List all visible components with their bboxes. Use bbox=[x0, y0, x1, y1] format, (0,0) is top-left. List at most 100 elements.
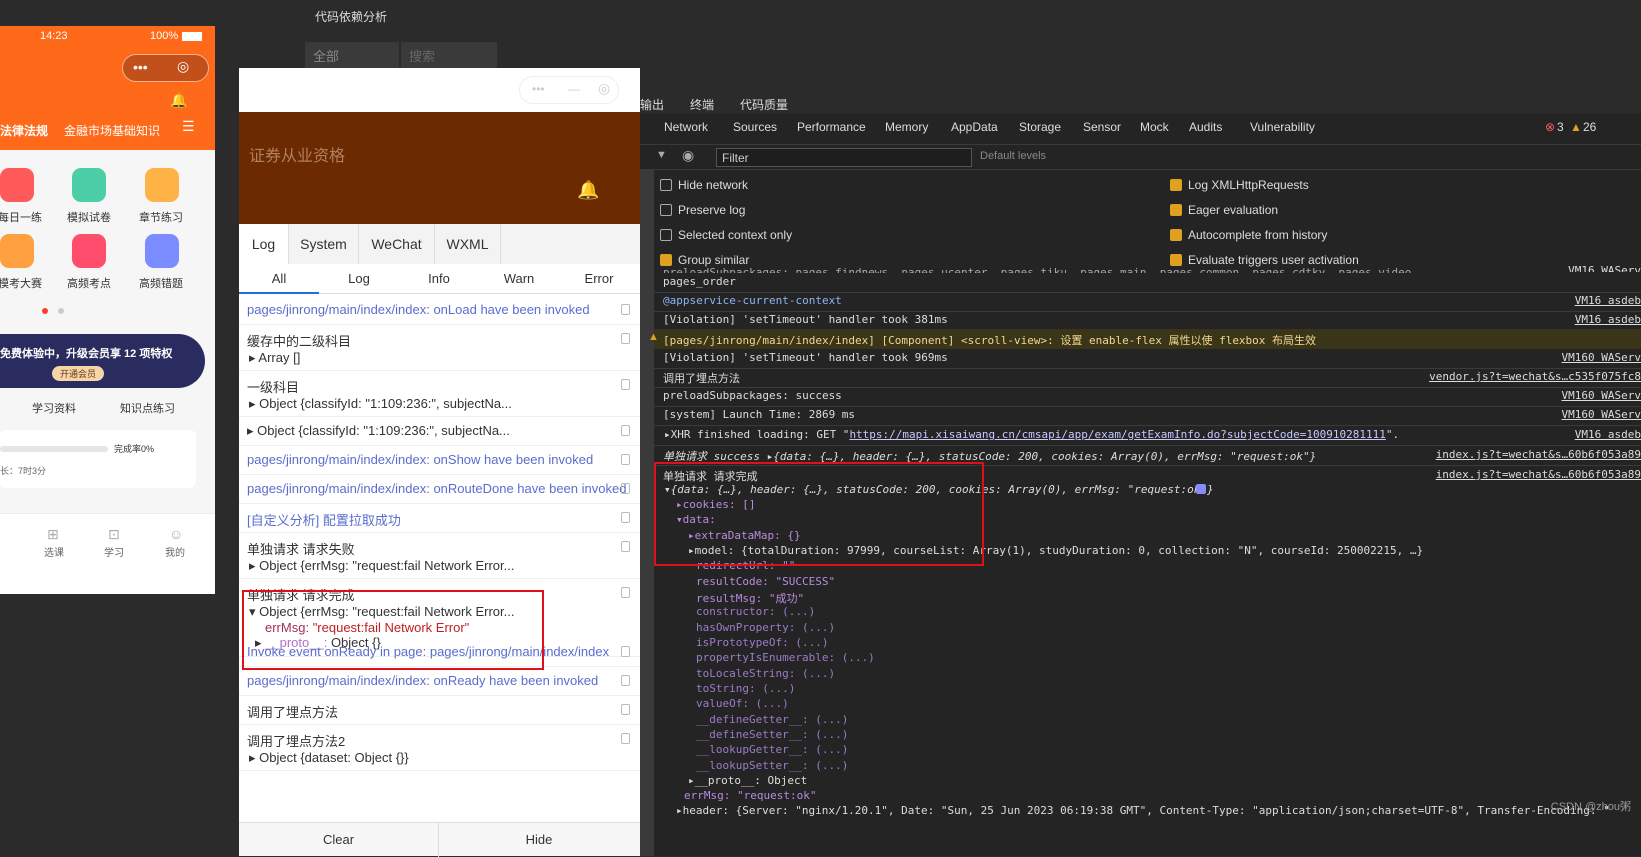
source-link[interactable]: index.js?t=wechat&s…60b6f053a89 bbox=[1436, 448, 1641, 461]
log-row[interactable]: 调用了埋点方法 bbox=[239, 696, 640, 725]
search-input[interactable]: 搜索 bbox=[401, 42, 497, 68]
subtab-info[interactable]: Info bbox=[399, 264, 479, 294]
subtab-all[interactable]: All bbox=[239, 264, 319, 294]
warning-icon[interactable]: ▲ bbox=[1570, 120, 1582, 134]
log-row[interactable]: 调用了埋点方法2 ▸ Object {dataset: Object {}} bbox=[239, 725, 640, 771]
copy-icon[interactable] bbox=[621, 454, 630, 465]
source-link[interactable]: VM160 WAServ bbox=[1562, 351, 1641, 364]
mock-exam-icon[interactable] bbox=[72, 168, 106, 202]
selected-context-checkbox[interactable]: Selected context only bbox=[660, 228, 792, 242]
log-row[interactable]: pages/jinrong/main/index/index: onLoad h… bbox=[239, 296, 640, 325]
copy-icon[interactable] bbox=[621, 304, 630, 315]
subtab-error[interactable]: Error bbox=[559, 264, 639, 294]
source-link[interactable]: VM16 WAServ bbox=[1568, 264, 1641, 272]
bottom-nav-mine[interactable]: 我的 bbox=[155, 544, 195, 559]
copy-icon[interactable] bbox=[621, 483, 630, 494]
chapter-practice-icon[interactable] bbox=[145, 168, 179, 202]
daily-practice-icon[interactable] bbox=[0, 168, 34, 202]
eye-icon[interactable]: ◉ bbox=[682, 147, 694, 164]
menu-icon[interactable]: ☰ bbox=[182, 118, 195, 135]
log-row[interactable]: 单独请求 请求失败 ▸ Object {errMsg: "request:fail… bbox=[239, 533, 640, 579]
copy-icon[interactable] bbox=[621, 541, 630, 552]
capsule-menu[interactable]: ••• ◎ bbox=[122, 54, 209, 82]
tab-performance[interactable]: Performance bbox=[797, 120, 866, 134]
levels-dropdown[interactable]: Default levels bbox=[980, 150, 1046, 162]
error-count[interactable]: 3 bbox=[1557, 120, 1564, 134]
group-similar-checkbox[interactable]: Group similar bbox=[660, 253, 749, 267]
log-xhr-checkbox[interactable]: Log XMLHttpRequests bbox=[1170, 178, 1309, 192]
tree-node[interactable]: ▸header: {Server: "nginx/1.20.1", Date: … bbox=[676, 804, 1610, 817]
request-url[interactable]: https://mapi.xisaiwang.cn/cmsapi/app/exa… bbox=[849, 428, 1385, 441]
hide-button[interactable]: Hide bbox=[439, 823, 639, 857]
user-activation-checkbox[interactable]: Evaluate triggers user activation bbox=[1170, 253, 1359, 267]
tab-audits[interactable]: Audits bbox=[1189, 120, 1222, 134]
scope-select[interactable]: 全部 bbox=[305, 42, 399, 68]
log-row[interactable]: 缓存中的二级科目 ▸ Array [] bbox=[239, 325, 640, 371]
log-row[interactable]: pages/jinrong/main/index/index: onReady … bbox=[239, 667, 640, 696]
source-link[interactable]: VM16 asdeb bbox=[1575, 313, 1641, 326]
tab-quality[interactable]: 代码质量 bbox=[740, 96, 788, 113]
source-link[interactable]: vendor.js?t=wechat&s…c535f075fc8 bbox=[1429, 370, 1641, 383]
minimize-icon[interactable]: — bbox=[568, 82, 580, 96]
copy-icon[interactable] bbox=[621, 704, 630, 715]
copy-icon[interactable] bbox=[621, 512, 630, 523]
log-object[interactable]: ▸ Object {errMsg: "request:fail Network … bbox=[247, 558, 632, 574]
tab-storage[interactable]: Storage bbox=[1019, 120, 1061, 134]
clear-button[interactable]: Clear bbox=[239, 823, 439, 857]
tree-node[interactable]: constructor: (...) bbox=[696, 605, 815, 618]
warning-count[interactable]: 26 bbox=[1583, 120, 1596, 134]
tree-node[interactable]: valueOf: (...) bbox=[696, 697, 789, 710]
vip-banner[interactable]: 免费体验中，升级会员享 12 项特权 开通会员 bbox=[0, 334, 205, 388]
tree-node[interactable]: ▸__proto__: Object bbox=[688, 774, 807, 787]
filter-input[interactable]: Filter bbox=[716, 148, 972, 167]
tab-log[interactable]: Log bbox=[239, 224, 289, 264]
log-object[interactable]: ▸ Object {dataset: Object {}} bbox=[247, 750, 632, 766]
preserve-log-checkbox[interactable]: Preserve log bbox=[660, 203, 745, 217]
source-link[interactable]: VM160 WAServ bbox=[1562, 389, 1641, 402]
study-icon[interactable]: ⊡ bbox=[108, 526, 120, 543]
tree-node[interactable]: __defineSetter__: (...) bbox=[696, 728, 848, 741]
source-link[interactable]: VM16 asdeb bbox=[1575, 428, 1641, 441]
more-icon[interactable]: ••• bbox=[532, 82, 545, 96]
tree-node[interactable]: toString: (...) bbox=[696, 682, 795, 695]
copy-icon[interactable] bbox=[621, 646, 630, 657]
tab-appdata[interactable]: AppData bbox=[951, 120, 998, 134]
tree-node[interactable]: toLocaleString: (...) bbox=[696, 667, 835, 680]
copy-icon[interactable] bbox=[621, 333, 630, 344]
copy-icon[interactable] bbox=[621, 379, 630, 390]
user-icon[interactable]: ☺ bbox=[169, 526, 183, 542]
study-material-link[interactable]: 学习资料 bbox=[32, 400, 76, 416]
source-link[interactable]: VM160 WAServ bbox=[1562, 408, 1641, 421]
tree-node[interactable]: __lookupSetter__: (...) bbox=[696, 759, 848, 772]
source-link[interactable]: index.js?t=wechat&s…60b6f053a89 bbox=[1436, 468, 1641, 481]
tree-node[interactable]: isPrototypeOf: (...) bbox=[696, 636, 828, 649]
hide-network-checkbox[interactable]: Hide network bbox=[660, 178, 748, 192]
info-icon[interactable] bbox=[1196, 484, 1206, 494]
tab-wechat[interactable]: WeChat bbox=[359, 224, 435, 264]
log-object[interactable]: ▸ Array [] bbox=[247, 350, 632, 366]
eager-eval-checkbox[interactable]: Eager evaluation bbox=[1170, 203, 1278, 217]
nav-tab-finance[interactable]: 金融市场基础知识 bbox=[64, 122, 160, 139]
close-target-icon[interactable]: ◎ bbox=[177, 58, 189, 75]
tree-node[interactable]: hasOwnProperty: (...) bbox=[696, 621, 835, 634]
log-row[interactable]: [自定义分析] 配置拉取成功 bbox=[239, 504, 640, 533]
subtab-log[interactable]: Log bbox=[319, 264, 399, 294]
capsule-menu[interactable]: ••• — ◎ bbox=[519, 76, 619, 104]
course-icon[interactable]: ⊞ bbox=[47, 526, 59, 543]
vip-button[interactable]: 开通会员 bbox=[52, 366, 105, 381]
mock-contest-icon[interactable] bbox=[0, 234, 34, 268]
tree-node[interactable]: __defineGetter__: (...) bbox=[696, 713, 848, 726]
tab-vulnerability[interactable]: Vulnerability bbox=[1250, 120, 1315, 134]
tab-system[interactable]: System bbox=[289, 224, 359, 264]
copy-icon[interactable] bbox=[621, 587, 630, 598]
nav-tab-law[interactable]: 法律法规 bbox=[0, 122, 48, 139]
bell-icon[interactable]: 🔔 bbox=[577, 180, 599, 201]
tree-node[interactable]: __lookupGetter__: (...) bbox=[696, 743, 848, 756]
error-icon[interactable]: ⊗ bbox=[1545, 120, 1555, 134]
bell-icon[interactable]: 🔔 bbox=[170, 92, 187, 109]
log-row[interactable]: pages/jinrong/main/index/index: onRouteD… bbox=[239, 475, 640, 504]
tree-node[interactable]: propertyIsEnumerable: (...) bbox=[696, 651, 875, 664]
tab-sensor[interactable]: Sensor bbox=[1083, 120, 1121, 134]
tab-output[interactable]: 输出 bbox=[640, 96, 664, 113]
log-row[interactable]: ▸ Object {classifyId: "1:109:236:", subj… bbox=[239, 417, 640, 446]
